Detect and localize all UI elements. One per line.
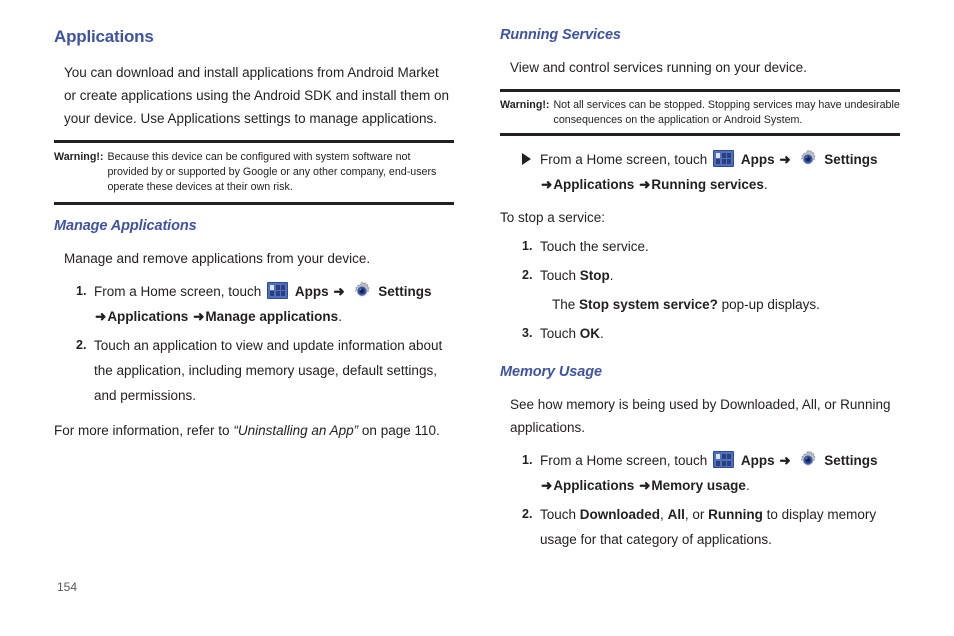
path-arrow-icon: ➜ [639, 478, 651, 494]
path-arrow-icon: ➜ [333, 283, 345, 299]
step-number: 1. [76, 283, 87, 298]
step-text: Touch Downloaded, All, or Running to dis… [540, 503, 900, 553]
warning-label: Warning!: [500, 99, 550, 112]
path-segment-applications: Applications [107, 308, 189, 324]
left-column: Applications You can download and instal… [54, 27, 454, 452]
warning-label: Warning!: [54, 151, 104, 164]
step-number: 2. [522, 267, 533, 282]
step-text-bold: Stop [579, 267, 610, 283]
page-title: Applications [54, 27, 154, 46]
step-text-lead: From a Home screen, touch [540, 151, 708, 167]
warning-text: Because this device can be configured wi… [107, 151, 437, 193]
step-number: 3. [522, 325, 533, 340]
step-text: Touch Stop. [540, 264, 900, 289]
substatement-lead: The [552, 296, 576, 312]
path-segment-applications: Applications [553, 478, 635, 494]
step-item: 3. Touch OK. [500, 322, 900, 347]
step-text-bold-running: Running [708, 507, 763, 523]
substatement-bold: Stop system service? [579, 296, 718, 312]
intro-paragraph: You can download and install application… [64, 64, 449, 127]
manual-page: Applications You can download and instal… [0, 0, 954, 636]
path-arrow-icon: ➜ [541, 176, 553, 192]
settings-gear-icon [798, 450, 818, 470]
step-text-tail: . [609, 267, 614, 283]
note-tail: on page 110. [361, 422, 440, 438]
step-text: Touch OK. [540, 322, 900, 347]
step-item: 2. Touch an application to view and upda… [54, 334, 454, 409]
memory-usage-intro: See how memory is being used by Download… [510, 396, 891, 435]
running-services-intro: View and control services running on you… [510, 59, 807, 75]
warning-block-running-services: Warning!: Not all services can be stoppe… [500, 89, 900, 136]
cross-reference-note: For more information, refer to “Uninstal… [54, 419, 454, 442]
right-column: Running Services View and control servic… [500, 27, 900, 557]
path-period: . [338, 308, 342, 324]
path-arrow-icon: ➜ [95, 308, 107, 324]
step-text-sep2: , or [684, 507, 705, 523]
step-text: From a Home screen, touch Apps ➜ Setting… [540, 148, 900, 198]
apps-label: Apps [740, 453, 775, 469]
substatement-tail: pop-up displays. [721, 296, 820, 312]
step-text-lead: Touch [540, 267, 577, 283]
path-arrow-icon: ➜ [779, 151, 791, 167]
step-text-lead: From a Home screen, touch [94, 283, 262, 299]
apps-grid-icon [713, 451, 735, 469]
step-number: 1. [522, 453, 533, 468]
step-text: From a Home screen, touch Apps ➜ Setting… [94, 280, 454, 330]
path-segment-applications: Applications [553, 176, 635, 192]
step-substatement: The Stop system service? pop-up displays… [500, 293, 900, 318]
step-text: Touch the service. [540, 238, 649, 254]
stop-service-intro: To stop a service: [500, 209, 606, 225]
warning-block-applications: Warning!: Because this device can be con… [54, 140, 454, 205]
step-text: From a Home screen, touch Apps ➜ Setting… [540, 449, 900, 499]
path-arrow-icon: ➜ [193, 308, 205, 324]
step-text-lead: Touch [540, 325, 577, 341]
note-reference-title: “Uninstalling an App” [233, 422, 359, 438]
step-path-line: ➜Applications ➜Running services. [540, 173, 900, 198]
settings-gear-icon [798, 149, 818, 169]
path-segment-target: Running services [651, 176, 764, 192]
settings-gear-icon [352, 281, 372, 301]
warning-text: Not all services can be stopped. Stoppin… [553, 99, 900, 126]
step-path-line: ➜Applications ➜Memory usage. [540, 474, 900, 499]
section-heading-manage-applications: Manage Applications [54, 217, 197, 234]
step-item: 2. Touch Stop. [500, 264, 900, 289]
step-text: Touch an application to view and update … [94, 337, 443, 403]
path-arrow-icon: ➜ [779, 453, 791, 469]
section-heading-memory-usage: Memory Usage [500, 363, 602, 380]
manage-applications-intro: Manage and remove applications from your… [64, 250, 371, 266]
step-number: 1. [522, 238, 533, 253]
page-number: 154 [57, 580, 78, 594]
step-text-tail: . [600, 325, 604, 341]
path-segment-target: Manage applications [205, 308, 339, 324]
path-arrow-icon: ➜ [639, 176, 651, 192]
step-item: 1. From a Home screen, touch Apps ➜ Sett… [54, 280, 454, 330]
section-heading-running-services: Running Services [500, 27, 621, 43]
apps-label: Apps [294, 283, 329, 299]
note-lead: For more information, refer to [54, 422, 230, 438]
path-period: . [763, 176, 768, 192]
step-item: 2. Touch Downloaded, All, or Running to … [500, 503, 900, 553]
step-text-lead: Touch [540, 507, 577, 523]
step-text-lead: From a Home screen, touch [540, 453, 708, 469]
settings-label: Settings [824, 151, 878, 167]
step-path-line: ➜Applications ➜Manage applications. [94, 305, 454, 330]
step-text-bold-all: All [667, 507, 685, 523]
settings-label: Settings [824, 453, 878, 469]
apps-label: Apps [740, 151, 775, 167]
step-text-bold: OK [579, 325, 601, 341]
settings-label: Settings [378, 283, 432, 299]
step-number: 2. [76, 337, 87, 352]
step-item: 1. Touch the service. [500, 235, 900, 260]
step-item: 1. From a Home screen, touch Apps ➜ Sett… [500, 449, 900, 499]
bulleted-step-item: From a Home screen, touch Apps ➜ Setting… [500, 148, 900, 198]
step-number: 2. [522, 507, 533, 522]
apps-grid-icon [713, 149, 735, 167]
path-arrow-icon: ➜ [541, 478, 553, 494]
step-text-sep1: , [660, 507, 664, 523]
apps-grid-icon [267, 281, 289, 299]
step-text-bold-downloaded: Downloaded [579, 507, 661, 523]
path-segment-target: Memory usage [651, 478, 746, 494]
path-period: . [745, 478, 750, 494]
triangle-bullet-icon [510, 148, 540, 170]
